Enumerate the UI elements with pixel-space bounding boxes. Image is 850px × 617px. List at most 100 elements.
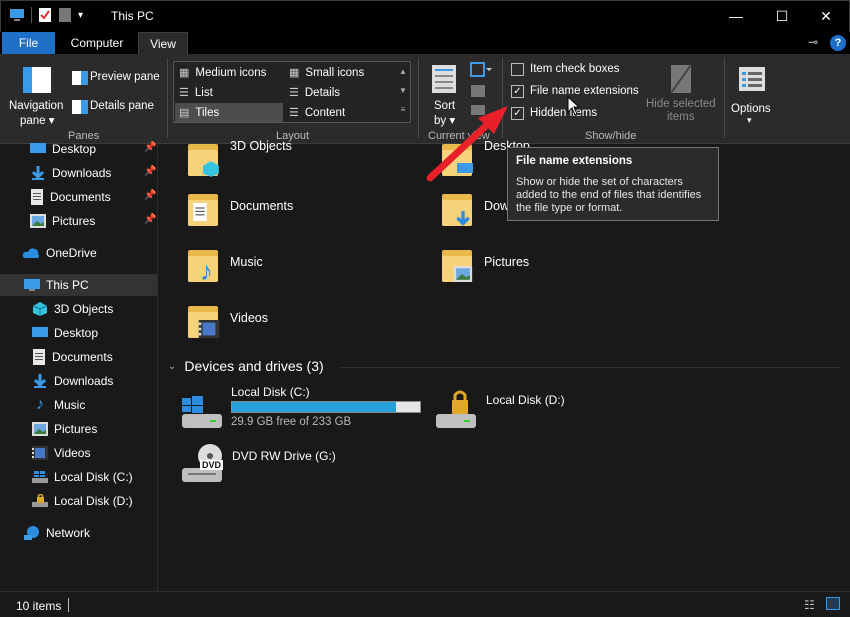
- folder-label: Pictures: [484, 255, 530, 269]
- close-button[interactable]: ✕: [803, 1, 849, 31]
- nav-item-label: Videos: [54, 446, 91, 460]
- folder-videos[interactable]: Videos: [186, 302, 268, 340]
- hidden-items-label: Hidden items: [530, 107, 598, 119]
- nav-item-videos[interactable]: Videos: [32, 442, 90, 464]
- tab-file[interactable]: File: [2, 32, 55, 54]
- nav-item-label: Desktop: [52, 142, 97, 156]
- folder-icon: ♪: [186, 246, 220, 284]
- layout-medium-icons-label: Medium icons: [195, 66, 267, 79]
- document-icon: [193, 202, 207, 222]
- file-name-extensions-checkbox[interactable]: ✓: [511, 85, 524, 98]
- pin-ribbon-icon[interactable]: ⊸: [808, 35, 818, 49]
- preview-pane-label: Preview pane: [90, 71, 160, 83]
- folder-pictures[interactable]: Pictures: [440, 246, 529, 284]
- ribbon-separator: [418, 58, 419, 138]
- nav-item-quick-desktop[interactable]: Desktop: [30, 138, 96, 160]
- hide-selected-label: Hide selected: [646, 98, 716, 110]
- folder-label: 3D Objects: [230, 139, 292, 153]
- network-globe-icon: [24, 526, 39, 540]
- new-folder-icon[interactable]: [58, 7, 72, 23]
- group-by-button[interactable]: [470, 62, 494, 80]
- windows-drive-icon: [32, 471, 48, 483]
- folder-3d-objects[interactable]: 3D Objects: [186, 139, 292, 178]
- nav-item-onedrive[interactable]: OneDrive: [22, 242, 97, 264]
- folder-label: Music: [230, 255, 263, 269]
- small-icons-icon: ▦: [289, 67, 300, 79]
- nav-item-quick-pictures[interactable]: Pictures: [30, 210, 95, 232]
- large-icons-view-icon[interactable]: [826, 597, 840, 610]
- folder-music[interactable]: ♪ Music: [186, 246, 263, 284]
- close-icon: ✕: [820, 7, 832, 24]
- navigation-pane-button[interactable]: Navigation pane ▾: [6, 60, 68, 127]
- layout-details[interactable]: ☰ Details: [285, 83, 395, 102]
- pin-icon: 📌: [144, 142, 157, 153]
- item-check-boxes-label: Item check boxes: [530, 63, 620, 75]
- layout-list[interactable]: ☰ List: [175, 83, 283, 102]
- nav-item-label: Desktop: [54, 326, 99, 340]
- layout-small-icons[interactable]: ▦ Small icons: [285, 63, 395, 82]
- file-name-extensions-label: File name extensions: [530, 85, 639, 97]
- navigation-pane[interactable]: Desktop 📌 Downloads 📌 Documents 📌 Pictur…: [0, 142, 158, 591]
- tab-view[interactable]: View: [138, 32, 188, 54]
- nav-item-music[interactable]: ♪ Music: [32, 394, 85, 416]
- nav-item-local-disk-c[interactable]: Local Disk (C:): [32, 466, 133, 488]
- music-note-icon: ♪: [200, 256, 213, 286]
- nav-item-documents[interactable]: Documents: [32, 346, 113, 368]
- nav-item-quick-downloads[interactable]: Downloads: [30, 162, 111, 184]
- options-button[interactable]: Options ▾: [728, 60, 778, 126]
- 3d-objects-icon: [32, 302, 48, 316]
- drive-dvd-rw-g[interactable]: DVD DVD RW Drive (G:): [180, 440, 380, 490]
- red-arrow-icon: [426, 106, 508, 182]
- nav-item-3d-objects[interactable]: 3D Objects: [32, 298, 113, 320]
- desktop-icon: [30, 143, 46, 153]
- hide-selected-icon: [670, 64, 692, 94]
- layout-scroll[interactable]: ▲ ▼ ≡: [396, 62, 410, 122]
- layout-tiles[interactable]: ▤ Tiles: [175, 103, 283, 122]
- desktop-icon: [32, 327, 48, 337]
- nav-item-downloads[interactable]: Downloads: [32, 370, 113, 392]
- properties-icon[interactable]: [38, 7, 52, 23]
- ribbon-separator: [167, 58, 168, 138]
- layout-medium-icons[interactable]: ▦ Medium icons: [175, 63, 283, 82]
- layout-list-label: List: [194, 86, 213, 99]
- nav-item-network[interactable]: Network: [24, 522, 90, 544]
- preview-pane-button[interactable]: Preview pane: [70, 69, 162, 87]
- tiles-icon: ▤: [179, 107, 190, 119]
- nav-item-desktop[interactable]: Desktop: [32, 322, 98, 344]
- devices-section-header[interactable]: ⌄ Devices and drives (3): [168, 358, 324, 374]
- nav-item-label: OneDrive: [46, 246, 97, 260]
- nav-item-quick-documents[interactable]: Documents: [30, 186, 111, 208]
- drive-local-disk-d[interactable]: Local Disk (D:): [434, 384, 634, 434]
- help-icon[interactable]: ?: [830, 35, 846, 51]
- layout-content[interactable]: ☰ Content: [285, 103, 395, 122]
- download-icon: [456, 211, 470, 226]
- pictures-icon: [32, 422, 48, 436]
- details-icon: ☰: [289, 87, 299, 99]
- document-icon: [33, 349, 45, 365]
- list-icon: ☰: [179, 87, 189, 99]
- minimize-button[interactable]: —: [713, 1, 759, 31]
- customize-qat-icon[interactable]: ▾: [78, 10, 83, 21]
- nav-item-this-pc[interactable]: This PC: [0, 274, 157, 296]
- details-view-icon[interactable]: ☷: [804, 598, 815, 612]
- hide-selected-items-button: Hide selected items: [644, 60, 718, 126]
- details-pane-label: Details pane: [90, 100, 154, 112]
- maximize-button[interactable]: ☐: [759, 1, 805, 31]
- add-columns-button: [470, 84, 494, 100]
- tab-computer[interactable]: Computer: [60, 32, 134, 54]
- drive-local-disk-c[interactable]: Local Disk (C:) 29.9 GB free of 233 GB: [180, 384, 425, 434]
- maximize-icon: ☐: [775, 7, 789, 24]
- nav-item-label: Documents: [50, 190, 111, 204]
- item-check-boxes-toggle[interactable]: Item check boxes: [510, 62, 640, 78]
- nav-item-pictures[interactable]: Pictures: [32, 418, 97, 440]
- window-title: This PC: [111, 9, 154, 23]
- nav-item-label: Pictures: [52, 214, 96, 228]
- status-item-count: 10 items: [16, 599, 62, 613]
- folder-documents[interactable]: Documents: [186, 190, 293, 228]
- navigation-pane-label-2: pane ▾: [20, 115, 55, 127]
- locked-drive-icon: [436, 390, 476, 428]
- details-pane-button[interactable]: Details pane: [70, 98, 162, 116]
- nav-item-local-disk-d[interactable]: Local Disk (D:): [32, 490, 133, 512]
- item-check-boxes-checkbox[interactable]: [511, 63, 524, 76]
- drive-free-space: 29.9 GB free of 233 GB: [231, 416, 352, 428]
